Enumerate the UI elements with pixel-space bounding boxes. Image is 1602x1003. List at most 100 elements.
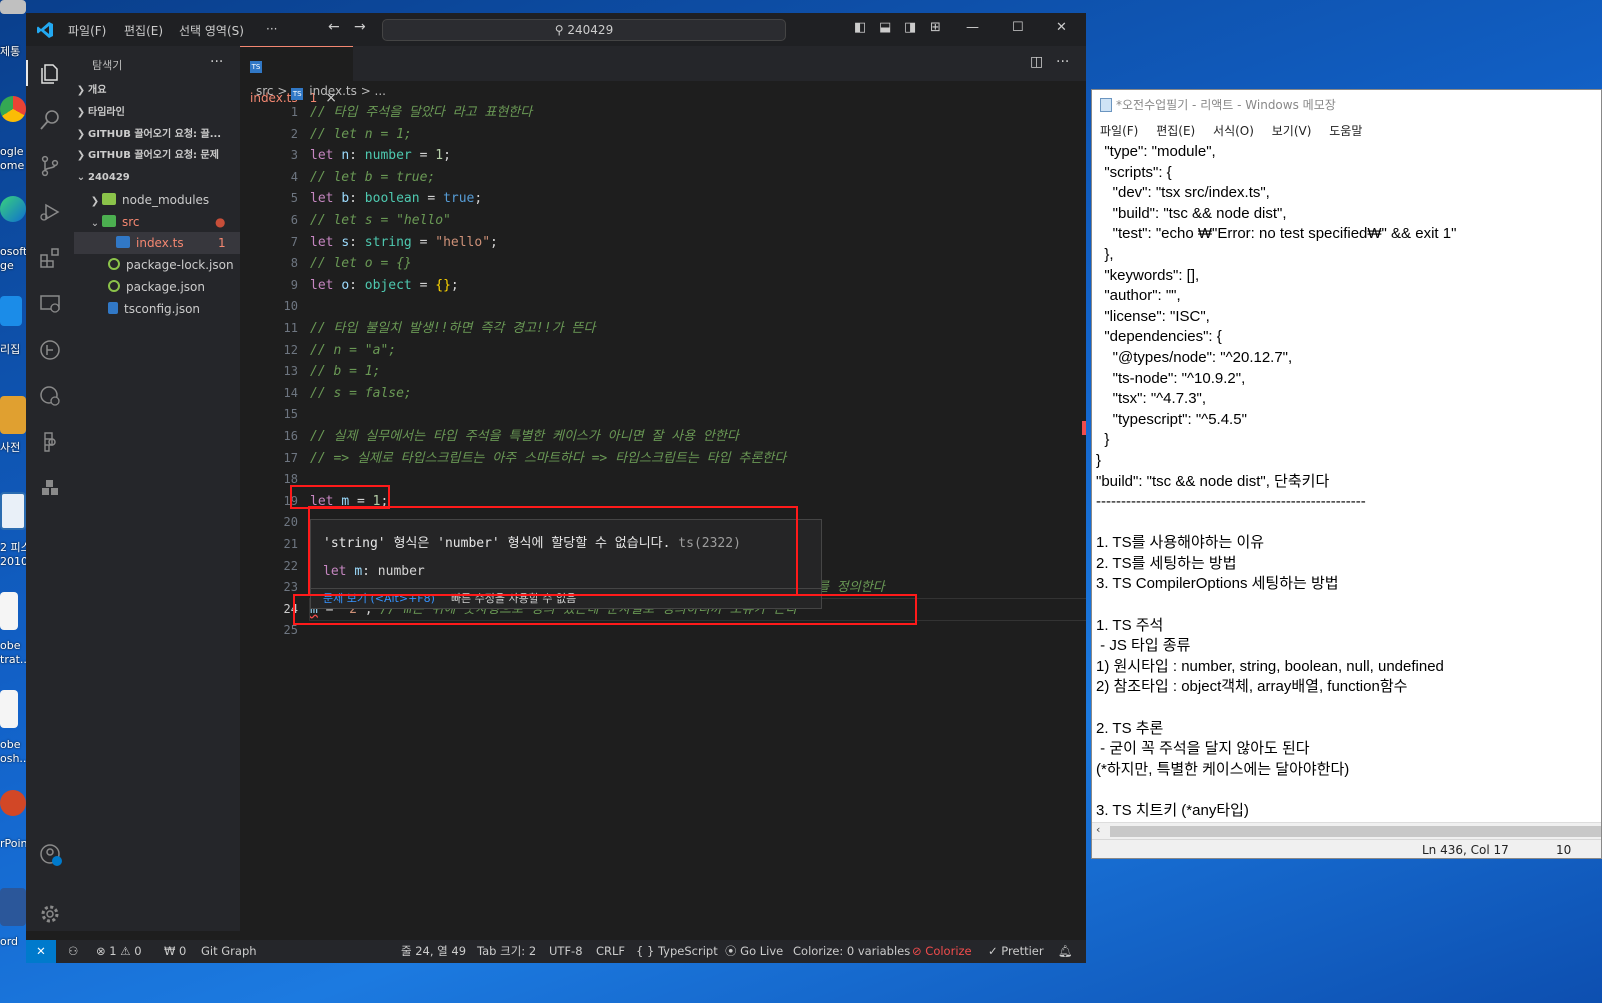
tree-item-src[interactable]: ⌄ src ●	[74, 211, 240, 233]
notifications-bell-icon[interactable]: 🔔︎	[1058, 940, 1073, 963]
maximize-button[interactable]: ☐	[1012, 20, 1024, 35]
code-line[interactable]: // b = 1;	[310, 361, 380, 383]
scroll-left-icon[interactable]: ‹	[1096, 823, 1100, 836]
tree-item-package-json[interactable]: package.json	[74, 276, 240, 298]
problems-status[interactable]: ⊗ 1 ⚠ 0	[96, 940, 142, 963]
accounts-status-icon[interactable]: ⚇	[68, 940, 78, 963]
accounts-icon[interactable]	[38, 842, 62, 866]
more-actions-icon[interactable]: ···	[210, 54, 223, 70]
gear-icon[interactable]	[38, 902, 62, 926]
code-line[interactable]: // => 실제로 타입스크립트는 아주 스마트하다 => 타입스크립트는 타입…	[310, 448, 786, 470]
menu-file[interactable]: 파일(F)	[68, 22, 106, 39]
edge-icon[interactable]	[0, 196, 26, 222]
prettier-status[interactable]: ✓ Prettier	[988, 940, 1044, 963]
section-workspace[interactable]: ⌄ 240429	[74, 167, 240, 189]
toggle-sidebar-icon[interactable]: ◧	[854, 20, 866, 35]
chrome-icon[interactable]	[0, 96, 26, 122]
code-line[interactable]: let o: object = {};	[310, 275, 459, 297]
code-line[interactable]: // 실제 실무에서는 타입 주석을 특별한 케이스가 아니면 잘 사용 안한다	[310, 426, 739, 448]
figma-icon[interactable]	[38, 430, 62, 454]
git-history-icon[interactable]	[38, 384, 62, 408]
node-file-icon	[108, 280, 120, 292]
dictionary-icon[interactable]	[0, 396, 26, 434]
np-menu-help[interactable]: 도움말	[1329, 124, 1362, 138]
menu-edit[interactable]: 편집(E)	[124, 22, 163, 39]
np-menu-file[interactable]: 파일(F)	[1100, 124, 1138, 138]
np-menu-view[interactable]: 보기(V)	[1272, 124, 1312, 138]
breadcrumb-file[interactable]: index.ts	[309, 84, 357, 98]
language-status[interactable]: { } TypeScript	[636, 940, 718, 963]
run-debug-icon[interactable]	[38, 200, 62, 224]
nav-forward-icon[interactable]: →	[354, 19, 366, 35]
recycle-bin-icon[interactable]	[0, 0, 26, 14]
breadcrumb-separator: >	[277, 84, 288, 98]
code-line[interactable]: // s = false;	[310, 383, 412, 405]
menu-selection[interactable]: 선택 영역(S)	[179, 22, 244, 39]
cursor-position-status[interactable]: 줄 24, 열 49	[401, 940, 466, 963]
menu-more[interactable]: ···	[266, 22, 277, 36]
notepad-text-area[interactable]: "type": "module", "scripts": { "dev": "t…	[1096, 142, 1596, 822]
tree-item-tsconfig[interactable]: tsconfig.json	[74, 298, 240, 320]
search-icon[interactable]	[38, 108, 62, 132]
file-icon[interactable]	[0, 690, 18, 728]
line-number: 7	[290, 234, 298, 249]
source-control-icon[interactable]	[38, 154, 62, 178]
code-line[interactable]: let b: boolean = true;	[310, 188, 482, 210]
colorize-variables-status[interactable]: Colorize: 0 variables	[793, 940, 910, 963]
breadcrumb-symbol[interactable]: > ...	[361, 84, 386, 98]
go-live-status[interactable]: ⦿ Go Live	[725, 940, 783, 963]
more-actions-icon[interactable]: ···	[1056, 54, 1069, 70]
explorer-icon[interactable]	[38, 62, 62, 86]
breadcrumb-src[interactable]: src	[256, 84, 274, 98]
remote-indicator-icon[interactable]: ✕	[26, 940, 56, 963]
section-outline[interactable]: ❯ 개요	[74, 80, 240, 102]
code-line[interactable]: let n: number = 1;	[310, 145, 451, 167]
extension-pack-icon[interactable]	[38, 476, 62, 500]
toggle-panel-icon[interactable]: ⬓	[879, 20, 891, 35]
code-line[interactable]: // let o = {}	[310, 253, 412, 275]
minimize-button[interactable]: —	[966, 20, 979, 35]
office-icon[interactable]	[0, 492, 26, 530]
code-line[interactable]: let s: string = "hello";	[310, 232, 498, 254]
powerpoint-icon[interactable]	[0, 790, 26, 816]
scrollbar-thumb[interactable]	[1110, 826, 1601, 837]
tree-item-node-modules[interactable]: ❯ node_modules	[74, 189, 240, 211]
code-line[interactable]: // let b = true;	[310, 167, 435, 189]
tab-size-status[interactable]: Tab 크기: 2	[477, 940, 536, 963]
close-button[interactable]: ✕	[1056, 20, 1067, 35]
remote-explorer-icon[interactable]	[38, 292, 62, 316]
notepad-line: (*하지만, 특별한 케이스에는 달아야한다)	[1096, 760, 1350, 778]
chevron-right-icon: ❯	[76, 150, 86, 161]
colorize-status[interactable]: ⊘ Colorize	[912, 940, 972, 963]
encoding-status[interactable]: UTF-8	[549, 940, 583, 963]
split-editor-icon[interactable]: ◫	[1030, 54, 1043, 70]
nav-back-icon[interactable]: ←	[328, 19, 340, 35]
section-github-issues[interactable]: ❯ GITHUB 끌어오기 요청: 문제	[74, 145, 240, 167]
tree-item-package-lock[interactable]: package-lock.json	[74, 254, 240, 276]
section-timeline[interactable]: ❯ 타임라인	[74, 102, 240, 124]
word-icon[interactable]	[0, 888, 26, 926]
title-bar: 파일(F) 편집(E) 선택 영역(S) ··· ← → ⚲ 240429 ◧ …	[26, 13, 1086, 46]
eol-status[interactable]: CRLF	[596, 940, 625, 963]
np-menu-format[interactable]: 서식(O)	[1213, 124, 1254, 138]
git-graph-status[interactable]: Git Graph	[201, 940, 257, 963]
horizontal-scrollbar[interactable]: ‹	[1092, 822, 1601, 839]
app-icon[interactable]	[0, 296, 22, 326]
customize-layout-icon[interactable]: ⊞	[930, 20, 941, 35]
tree-item-index-ts[interactable]: index.ts 1	[74, 232, 240, 254]
gitlens-icon[interactable]	[38, 338, 62, 362]
toggle-secondary-sidebar-icon[interactable]: ◨	[904, 20, 916, 35]
np-menu-edit[interactable]: 편집(E)	[1156, 124, 1195, 138]
ports-status[interactable]: ₩ 0	[164, 940, 186, 963]
section-github-pr[interactable]: ❯ GITHUB 끌어오기 요청: 끌...	[74, 124, 240, 146]
code-line[interactable]: // n = "a";	[310, 340, 396, 362]
command-center[interactable]: ⚲ 240429	[382, 19, 786, 41]
code-line[interactable]: // 타입 주석을 달았다 라고 표현한다	[310, 102, 532, 124]
file-icon[interactable]	[0, 592, 18, 630]
code-line[interactable]: // let n = 1;	[310, 124, 412, 146]
notepad-line: "test": "echo ₩"Error: no test specified…	[1096, 225, 1457, 243]
extensions-icon[interactable]	[38, 246, 62, 270]
tab-index-ts[interactable]: TSindex.ts 1 ×	[240, 46, 353, 106]
code-line[interactable]: // 타입 불일치 발생!!하면 즉각 경고!!가 뜬다	[310, 318, 595, 340]
code-line[interactable]: // let s = "hello"	[310, 210, 451, 232]
